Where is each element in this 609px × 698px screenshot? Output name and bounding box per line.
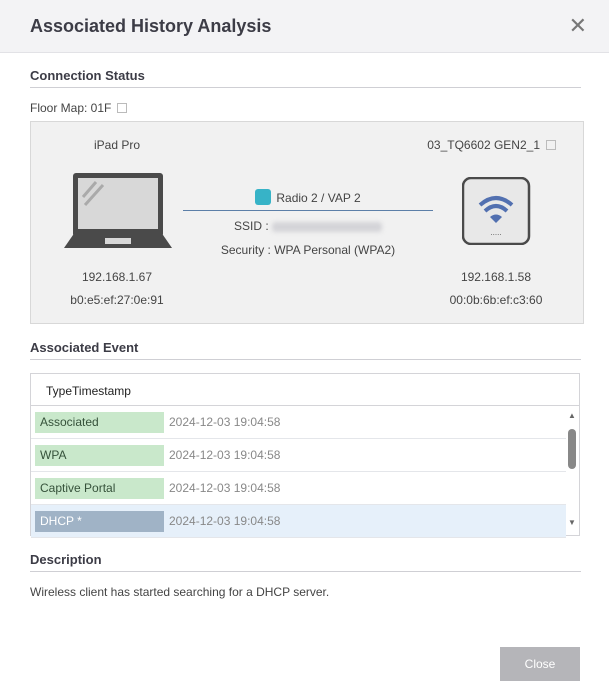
svg-text:.....: ..... [490,228,501,237]
scrollbar-thumb[interactable] [568,429,576,469]
ap-ip: 192.168.1.58 [460,270,532,284]
dialog-title: Associated History Analysis [30,15,272,36]
table-header: TypeTimestamp [31,374,579,406]
event-type: DHCP * [35,510,164,532]
event-table: TypeTimestamp Associated 2024-12-03 19:04… [30,373,580,538]
client-mac: b0:e5:ef:27:0e:91 [70,293,164,307]
access-point-icon: ..... [462,177,531,245]
client-ip: 192.168.1.67 [81,270,153,284]
table-row-selected[interactable]: DHCP * 2024-12-03 19:04:58 [31,505,566,538]
description-text: Wireless client has started searching fo… [30,585,330,599]
external-link-icon[interactable] [546,140,556,150]
ap-name-link[interactable]: 03_TQ6602 GEN2_1 [426,138,556,152]
event-type: Associated [35,411,164,433]
wifi-icon [255,189,272,205]
scroll-up-icon[interactable]: ▲ [568,411,576,420]
laptop-icon [64,173,172,248]
scroll-down-icon[interactable]: ▼ [568,518,576,527]
associated-event-heading: Associated Event [30,340,581,360]
close-button[interactable]: Close [500,647,580,681]
radio-label: Radio 2 / VAP 2 [276,191,361,205]
event-timestamp: 2024-12-03 19:04:58 [169,415,281,429]
floor-map-link[interactable]: Floor Map: 01F [30,101,128,115]
dialog-header: Associated History Analysis ✕ [0,0,609,53]
event-timestamp: 2024-12-03 19:04:58 [169,481,281,495]
table-row[interactable]: Captive Portal 2024-12-03 19:04:58 [31,472,566,505]
table-row[interactable]: WPA 2024-12-03 19:04:58 [31,439,566,472]
close-icon[interactable]: ✕ [569,13,587,39]
ssid-label: SSID : [233,219,269,233]
event-type: WPA [35,444,164,466]
connection-status-heading: Connection Status [30,68,581,88]
ssid-value-redacted [272,221,383,232]
event-timestamp: 2024-12-03 19:04:58 [169,514,281,528]
event-timestamp: 2024-12-03 19:04:58 [169,448,281,462]
table-row[interactable]: Associated 2024-12-03 19:04:58 [31,406,566,439]
client-name: iPad Pro [93,138,141,152]
ap-name: 03_TQ6602 GEN2_1 [427,138,540,152]
connection-panel: iPad Pro 192.168.1.67 b0:e5:ef:27:0e:91 … [30,121,584,324]
scrollbar[interactable]: ▲ ▼ [565,407,579,535]
ap-mac: 00:0b:6b:ef:c3:60 [449,293,543,307]
floor-map-label: Floor Map: 01F [30,101,112,115]
event-type: Captive Portal [35,477,164,499]
external-link-icon[interactable] [117,103,128,113]
connection-line [183,210,433,211]
radio-info: Radio 2 / VAP 2 [183,189,433,205]
description-heading: Description [30,552,581,572]
ssid-row: SSID : [183,219,433,233]
security-info: Security : WPA Personal (WPA2) [220,243,396,257]
